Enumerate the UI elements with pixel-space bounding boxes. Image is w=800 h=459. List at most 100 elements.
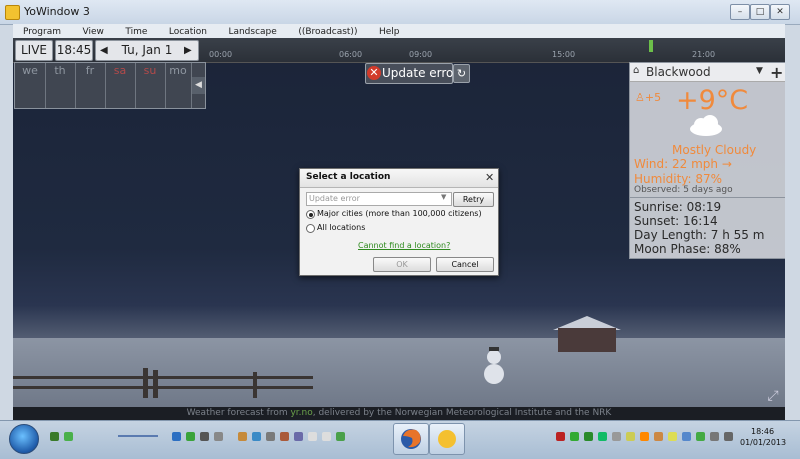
timeline-bar[interactable]: LIVE 18:45 ◀ Tu, Jan 1 ▶ 00:00 06:00 09:…: [13, 38, 785, 63]
disc-icon[interactable]: [308, 432, 317, 441]
minimize-button[interactable]: –: [730, 4, 750, 20]
menu-location[interactable]: Location: [159, 25, 215, 39]
firefox-taskbar-button[interactable]: [393, 423, 429, 455]
sun-icon: [438, 430, 456, 448]
network-off-icon[interactable]: [710, 432, 719, 441]
next-day-icon[interactable]: ▶: [184, 41, 192, 60]
day-tab-su[interactable]: su: [135, 63, 166, 108]
radio-major-cities-label[interactable]: Major cities (more than 100,000 citizens…: [317, 209, 482, 218]
app-tray-icon[interactable]: [682, 432, 691, 441]
speaker-icon[interactable]: [724, 432, 733, 441]
dialog-close-icon[interactable]: ✕: [485, 171, 494, 184]
radio-major-cities[interactable]: [306, 210, 315, 219]
clock-time[interactable]: 18:46: [751, 427, 774, 436]
taskbar: 18:46 01/01/2013: [0, 420, 800, 459]
day-tab-we[interactable]: we: [15, 63, 46, 108]
credits-footer: Weather forecast from yr.no, delivered b…: [13, 407, 785, 420]
sunrise: Sunrise: 08:19: [634, 200, 722, 214]
play-icon[interactable]: [186, 432, 195, 441]
menu-broadcast[interactable]: ((Broadcast)): [288, 25, 365, 39]
cancel-button[interactable]: Cancel: [436, 257, 494, 272]
settings-icon[interactable]: [294, 432, 303, 441]
menu-view[interactable]: View: [72, 25, 111, 39]
location-bar[interactable]: ⌂ Blackwood ▼ +: [630, 63, 785, 82]
update-error-label: Update error: [382, 66, 459, 80]
app-launch-icon[interactable]: [214, 432, 223, 441]
yowindow-taskbar-button[interactable]: [429, 423, 465, 455]
folder-icon[interactable]: [238, 432, 247, 441]
timeline-now-marker[interactable]: [649, 40, 653, 52]
current-date: Tu, Jan 1: [121, 43, 173, 57]
radio-all-locations[interactable]: [306, 224, 315, 233]
start-button[interactable]: [9, 424, 39, 454]
ok-button[interactable]: OK: [373, 257, 431, 272]
home-icon[interactable]: ⌂: [633, 66, 643, 76]
day-tab-th[interactable]: th: [45, 63, 76, 108]
close-button[interactable]: ✕: [770, 4, 790, 20]
humidity: Humidity: 87%: [634, 172, 723, 186]
update-icon[interactable]: [640, 432, 649, 441]
feels-like: ♙+5: [635, 91, 661, 104]
menu-help[interactable]: Help: [369, 25, 408, 39]
day-tab-fr[interactable]: fr: [75, 63, 106, 108]
app-tray-icon[interactable]: [668, 432, 677, 441]
timeline-hour: 21:00: [692, 50, 716, 59]
live-button[interactable]: LIVE: [15, 40, 53, 61]
select-location-dialog: Select a location ✕ Update error ▼ Retry…: [299, 168, 499, 276]
house: [558, 328, 616, 352]
location-select[interactable]: Update error: [306, 192, 452, 206]
days-strip: we th fr sa su mo ◀: [14, 62, 206, 109]
location-name[interactable]: Blackwood: [646, 65, 711, 79]
usb-icon[interactable]: [612, 432, 621, 441]
media-icon[interactable]: [200, 432, 209, 441]
menu-landscape[interactable]: Landscape: [218, 25, 284, 39]
chevron-down-icon[interactable]: ▼: [441, 193, 446, 201]
tool-icon[interactable]: [266, 432, 275, 441]
location-dropdown-icon[interactable]: ▼: [756, 66, 763, 76]
cloud-icon: [690, 115, 722, 136]
day-tab-mo[interactable]: mo: [165, 63, 192, 108]
browser-launch-icon[interactable]: [252, 432, 261, 441]
menu-time[interactable]: Time: [115, 25, 155, 39]
app-tray-icon[interactable]: [654, 432, 663, 441]
maximize-button[interactable]: □: [750, 4, 770, 20]
timeline-hour: 06:00: [339, 50, 363, 59]
menu-bar: Program View Time Location Landscape ((B…: [13, 24, 785, 39]
warning-icon[interactable]: [626, 432, 635, 441]
clock-date[interactable]: 01/01/2013: [740, 438, 786, 447]
app-tray-icon[interactable]: [696, 432, 705, 441]
signal-icon[interactable]: [570, 432, 579, 441]
fullscreen-icon[interactable]: ⤢: [765, 388, 781, 404]
date-selector[interactable]: ◀ Tu, Jan 1 ▶: [95, 40, 199, 61]
credits-prefix: Weather forecast from: [186, 408, 291, 418]
credits-link[interactable]: yr.no: [290, 408, 312, 418]
prev-day-icon[interactable]: ◀: [100, 41, 108, 60]
battery-icon[interactable]: [584, 432, 593, 441]
timeline-hour: 15:00: [552, 50, 576, 59]
volume-slider[interactable]: [118, 435, 158, 437]
disc-icon[interactable]: [322, 432, 331, 441]
gear-icon[interactable]: [336, 432, 345, 441]
collapse-days-icon[interactable]: ◀: [192, 77, 205, 94]
observed-time: Observed: 5 days ago: [634, 185, 733, 195]
current-time[interactable]: 18:45: [55, 40, 93, 61]
notify-icon[interactable]: [556, 432, 565, 441]
day-tab-sa[interactable]: sa: [105, 63, 136, 108]
quicklaunch-icon[interactable]: [172, 432, 181, 441]
retry-button[interactable]: Retry: [453, 192, 494, 207]
dialog-title: Select a location: [306, 172, 391, 182]
day-length: Day Length: 7 h 55 m: [634, 228, 765, 242]
feels-like-value: +5: [644, 91, 662, 104]
radio-all-locations-label[interactable]: All locations: [317, 223, 365, 232]
signal-icon[interactable]: [50, 432, 59, 441]
sun-moon-panel: Sunrise: 08:19 Sunset: 16:14 Day Length:…: [629, 197, 785, 259]
cannot-find-location-link[interactable]: Cannot find a location?: [358, 241, 450, 250]
menu-program[interactable]: Program: [13, 25, 69, 39]
condition: Mostly Cloudy: [672, 143, 757, 157]
timeline-hour: 00:00: [209, 50, 233, 59]
game-icon[interactable]: [280, 432, 289, 441]
network-icon[interactable]: [64, 432, 73, 441]
refresh-icon[interactable]: ↻: [453, 64, 470, 83]
add-location-icon[interactable]: +: [770, 63, 783, 82]
status-icon[interactable]: [598, 432, 607, 441]
